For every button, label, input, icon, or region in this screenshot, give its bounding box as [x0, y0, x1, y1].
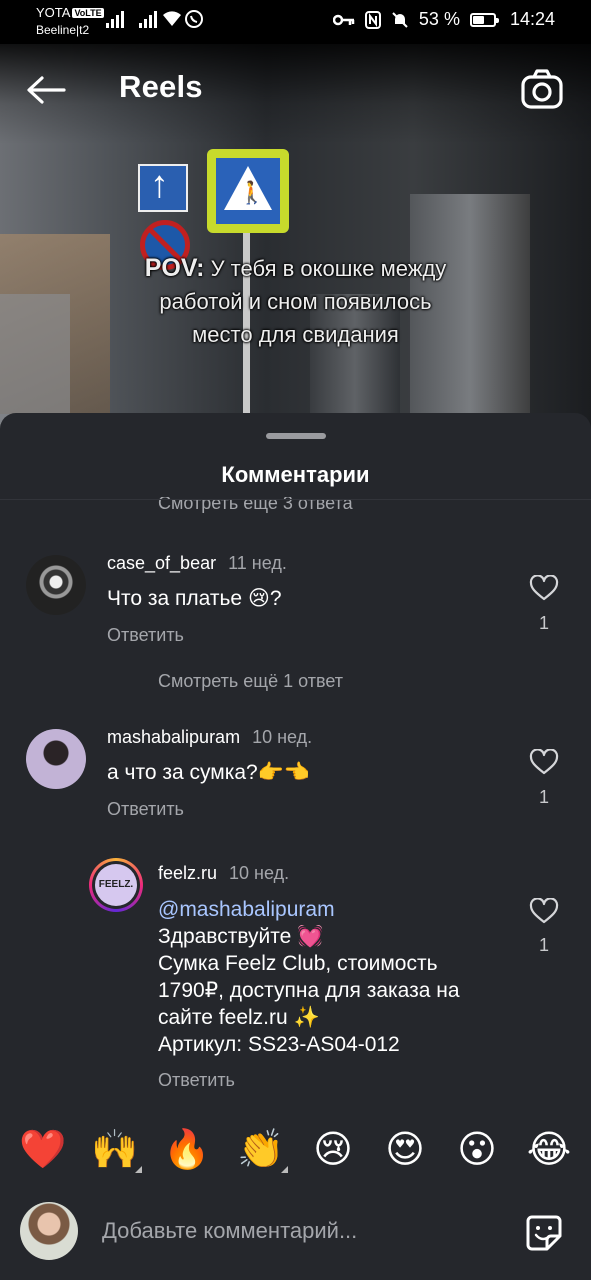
- username[interactable]: case_of_bear: [107, 553, 216, 573]
- comment-header: case_of_bear 11 нед.: [107, 553, 287, 574]
- username[interactable]: mashabalipuram: [107, 727, 240, 747]
- one-way-sign-image: [138, 164, 188, 212]
- comment-header: feelz.ru 10 нед.: [158, 863, 289, 884]
- comment-header: mashabalipuram 10 нед.: [107, 727, 312, 748]
- avatar[interactable]: [26, 555, 86, 615]
- see-more-replies[interactable]: Смотреть ещё 1 ответ: [158, 671, 343, 692]
- comment-text: а что за сумка?👉👈: [107, 761, 310, 784]
- comments-sheet: Комментарии Смотреть еще 3 ответа case_o…: [0, 413, 591, 1280]
- reply-button[interactable]: Ответить: [107, 625, 184, 646]
- emoji-fire-button[interactable]: 🔥: [162, 1125, 212, 1175]
- signal-icon-2: [139, 10, 157, 28]
- sheet-title: Комментарии: [221, 462, 370, 487]
- emoji-raised-hands-glyph: 🙌: [91, 1129, 139, 1171]
- caption-line-3: место для свидания: [192, 322, 399, 347]
- sheet-drag-handle[interactable]: [266, 433, 326, 439]
- current-user-avatar: [20, 1202, 78, 1260]
- signal-icon: [106, 10, 124, 28]
- emoji-heart-button[interactable]: ❤️: [18, 1125, 68, 1175]
- comment-line: Артикул: SS23-AS04-012: [158, 1033, 400, 1056]
- caption-pov: POV:: [144, 254, 205, 282]
- heart-outline-icon[interactable]: [529, 575, 559, 601]
- like-count: 1: [538, 935, 549, 955]
- camera-icon[interactable]: [520, 68, 564, 112]
- mute-bell-icon: [392, 11, 408, 28]
- page-title: Reels: [119, 69, 203, 104]
- carrier-secondary: Beeline|t2: [36, 23, 90, 37]
- key-icon: [332, 14, 355, 25]
- emoji-heart-eyes-button[interactable]: 😍: [380, 1125, 430, 1175]
- comment-input[interactable]: Добавьте комментарий...: [102, 1218, 357, 1244]
- status-bar: YOTA VoLTE Beeline|t2 53 % 14:24: [0, 0, 591, 44]
- comment-time: 11 нед.: [228, 553, 287, 573]
- emoji-laughing-button[interactable]: 😂: [524, 1125, 574, 1175]
- comment-line: 1790₽, доступна для заказа на: [158, 979, 460, 1002]
- carrier-primary: YOTA VoLTE: [36, 5, 104, 21]
- pedestrian-crossing-sign-image: 🚶: [207, 149, 289, 233]
- caption-line-1: У тебя в окошке между: [204, 256, 447, 281]
- back-arrow-icon[interactable]: [24, 70, 68, 110]
- comment-text: Что за платье 😢?: [107, 587, 282, 610]
- comment-line: сайте feelz.ru ✨: [158, 1006, 320, 1029]
- comment-line: Сумка Feelz Club, стоимость: [158, 952, 438, 975]
- heart-outline-icon[interactable]: [529, 749, 559, 775]
- comment-text: @mashabalipuram Здравствуйте 💓 Сумка Fee…: [158, 896, 460, 1058]
- whatsapp-icon: [185, 10, 203, 28]
- comment-time: 10 нед.: [229, 863, 290, 883]
- comment-input-row: Добавьте комментарий...: [0, 1200, 591, 1280]
- like-count: 1: [538, 613, 549, 633]
- battery-icon: [469, 12, 499, 27]
- username[interactable]: feelz.ru: [158, 863, 217, 883]
- wifi-icon: [163, 11, 181, 26]
- emoji-crying-button[interactable]: 😢: [308, 1125, 358, 1175]
- comment-line: Здравствуйте 💓: [158, 925, 324, 948]
- sheet-divider: [0, 499, 591, 500]
- emoji-quick-bar: ❤️ 🙌 🔥 👏 😢 😍 😮 😂: [0, 1125, 591, 1185]
- sticker-icon[interactable]: [525, 1214, 563, 1252]
- clock: 14:24: [509, 9, 555, 29]
- battery-percent: 53 %: [418, 9, 460, 29]
- volte-badge: VoLTE: [72, 8, 104, 18]
- mention-link[interactable]: @mashabalipuram: [158, 896, 460, 923]
- status-right: 53 % 14:24: [332, 9, 555, 30]
- caption-line-2: работой и сном появилось: [159, 289, 432, 314]
- emoji-raised-hands-button[interactable]: 🙌: [90, 1125, 142, 1175]
- comment-time: 10 нед.: [252, 727, 313, 747]
- reels-top-bar: Reels: [0, 44, 591, 132]
- emoji-clap-glyph: 👏: [237, 1129, 285, 1171]
- nfc-icon: [364, 10, 381, 29]
- reel-caption: POV: У тебя в окошке между работой и сно…: [0, 252, 591, 351]
- brand-avatar-text: FEELZ.: [95, 864, 137, 906]
- emoji-surprised-button[interactable]: 😮: [452, 1125, 502, 1175]
- heart-outline-icon[interactable]: [529, 898, 559, 924]
- avatar[interactable]: [26, 729, 86, 789]
- emoji-clap-button[interactable]: 👏: [236, 1125, 288, 1175]
- carrier1-label: YOTA: [36, 5, 71, 20]
- reply-button[interactable]: Ответить: [158, 1070, 235, 1091]
- avatar[interactable]: FEELZ.: [89, 858, 143, 912]
- reply-button[interactable]: Ответить: [107, 799, 184, 820]
- like-count: 1: [538, 787, 549, 807]
